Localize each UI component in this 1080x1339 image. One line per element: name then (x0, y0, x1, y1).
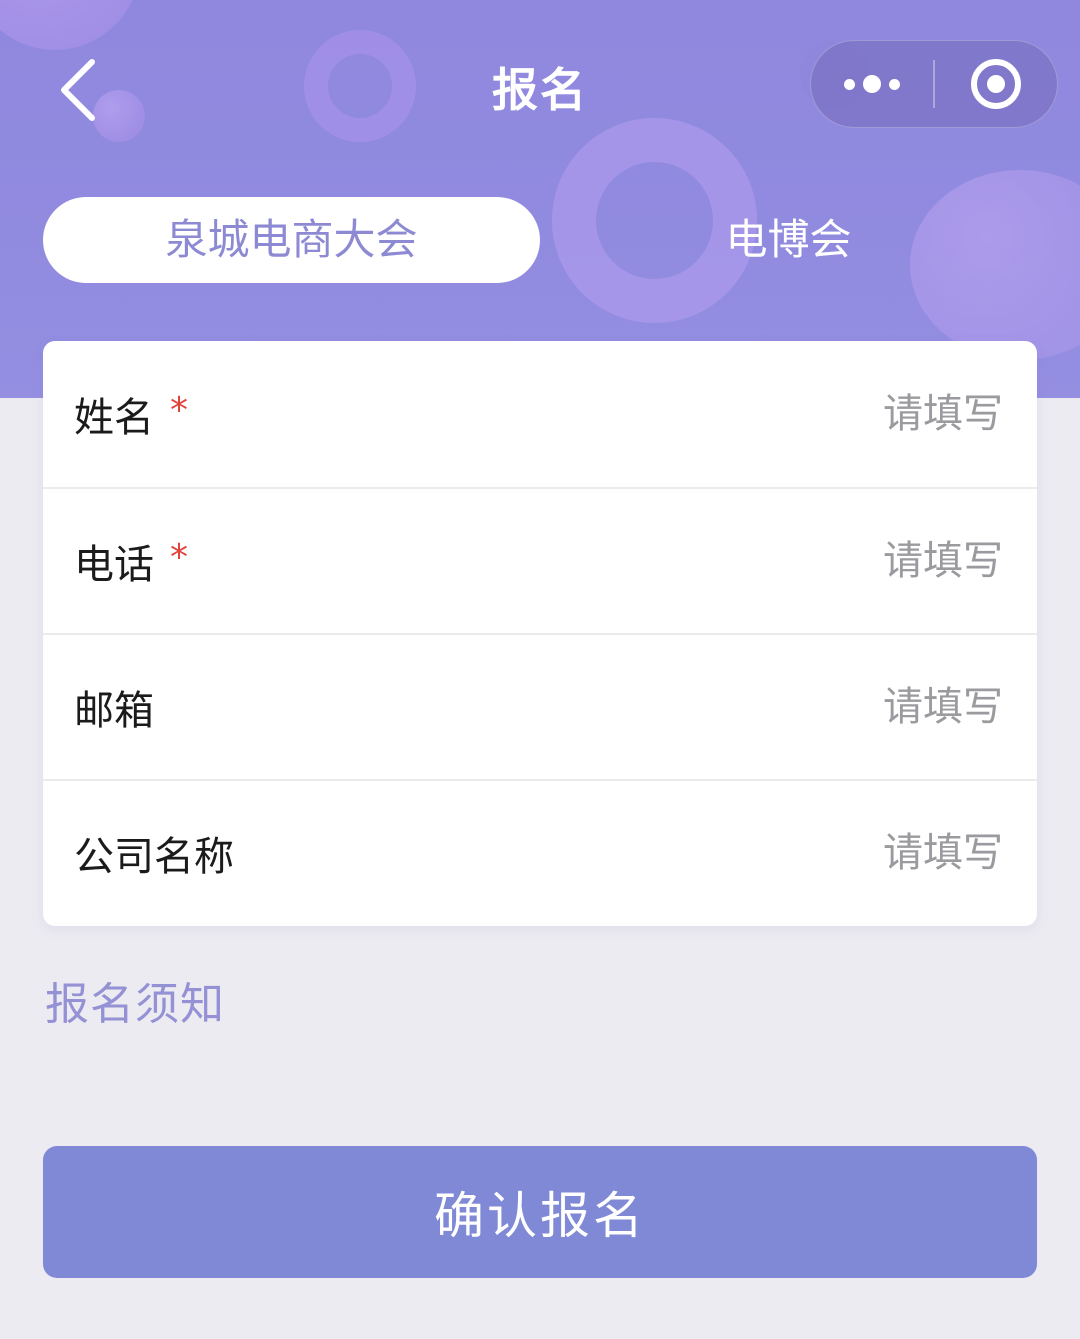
form-row-company: 公司名称 (43, 779, 1037, 925)
close-button[interactable] (935, 41, 1057, 127)
form-row-phone: 电话 * (43, 487, 1037, 633)
field-label-phone: 电话 (74, 542, 154, 588)
header-banner: 报名 泉城电商大会 电博会 (0, 0, 1080, 398)
mini-program-capsule (810, 40, 1058, 128)
signup-notice-link[interactable]: 报名须知 (45, 975, 225, 1035)
required-mark: * (170, 536, 188, 578)
target-circle-icon (971, 59, 1021, 109)
name-input[interactable] (601, 390, 1005, 438)
tab-dianbohui[interactable]: 电博会 (540, 197, 1037, 283)
more-dots-icon (844, 75, 900, 93)
tab-quancheng-ecommerce[interactable]: 泉城电商大会 (43, 197, 540, 283)
field-label-company: 公司名称 (74, 834, 234, 880)
confirm-signup-button[interactable]: 确认报名 (43, 1146, 1037, 1278)
email-input[interactable] (601, 683, 1005, 731)
form-row-name: 姓名 * (43, 341, 1037, 487)
decor-bubble (0, 0, 140, 50)
field-label-email: 邮箱 (74, 688, 154, 734)
required-mark: * (170, 389, 188, 431)
signup-form: 姓名 * 电话 * 邮箱 公司名称 (43, 341, 1037, 926)
more-button[interactable] (811, 41, 933, 127)
field-label-name: 姓名 (74, 395, 154, 441)
company-input[interactable] (601, 829, 1005, 877)
form-row-email: 邮箱 (43, 633, 1037, 779)
phone-input[interactable] (601, 537, 1005, 585)
